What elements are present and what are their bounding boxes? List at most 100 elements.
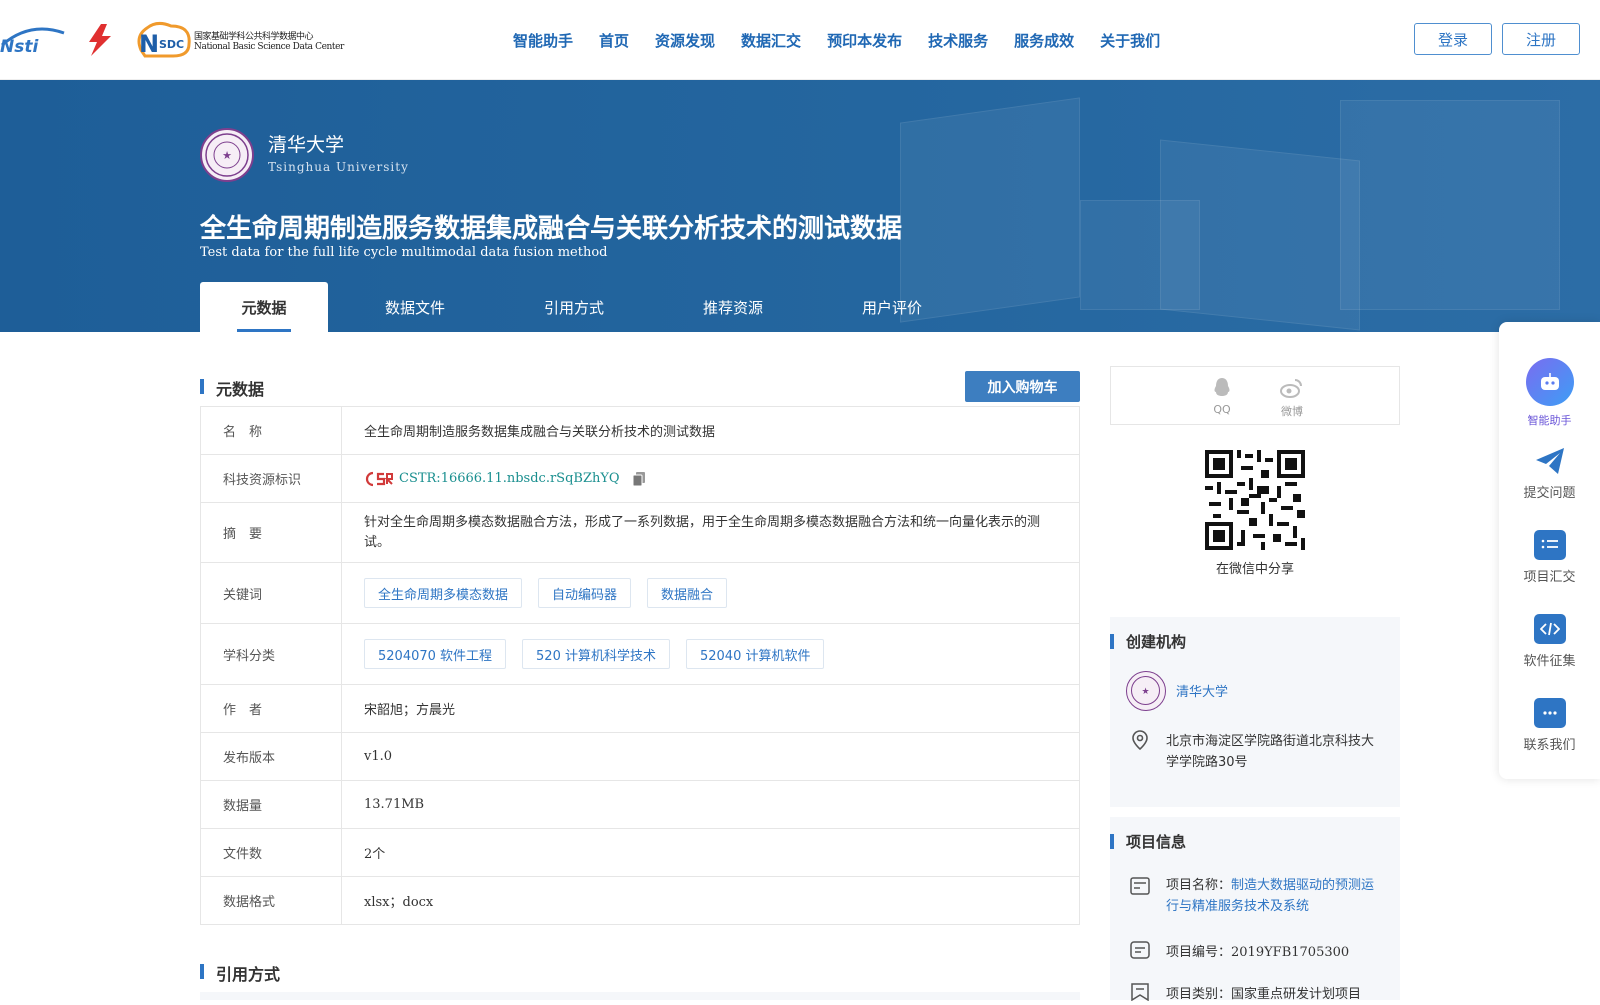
table-row: 数据量 13.71MB bbox=[201, 781, 1079, 829]
keyword-tag[interactable]: 自动编码器 bbox=[538, 578, 632, 608]
nav-home[interactable]: 首页 bbox=[599, 30, 629, 51]
tab-metadata[interactable]: 元数据 bbox=[200, 282, 328, 332]
tab-reviews[interactable]: 用户评价 bbox=[820, 282, 964, 332]
nav-tech-service[interactable]: 技术服务 bbox=[928, 30, 988, 51]
wechat-share-label: 在微信中分享 bbox=[1215, 562, 1294, 577]
creator-panel: 创建机构 ★ 清华大学 北京市海淀区学院路街道北京科技大学学院路30号 bbox=[1110, 617, 1400, 807]
table-row: 摘 要 针对全生命周期多模态数据融合方法，形成了一系列数据，用于全生命周期多模态… bbox=[201, 503, 1079, 563]
paper-plane-icon bbox=[1534, 446, 1566, 476]
nav-service-results[interactable]: 服务成效 bbox=[1014, 30, 1074, 51]
project-name: 项目名称：制造大数据驱动的预测运行与精准服务技术及系统 bbox=[1166, 875, 1382, 917]
subject-tag[interactable]: 52040 计算机软件 bbox=[685, 639, 825, 669]
row-label: 文件数 bbox=[201, 829, 342, 876]
float-label: 软件征集 bbox=[1523, 654, 1576, 669]
wechat-qr-code bbox=[1205, 450, 1305, 550]
float-label: 智能助手 bbox=[1527, 414, 1572, 427]
tab-data-files[interactable]: 数据文件 bbox=[328, 282, 502, 332]
dataset-title-en: Test data for the full life cycle multim… bbox=[200, 245, 608, 260]
keyword-tag[interactable]: 数据融合 bbox=[647, 578, 728, 608]
table-row: 发布版本 v1.0 bbox=[201, 733, 1079, 781]
subject-tag[interactable]: 5204070 软件工程 bbox=[364, 639, 507, 669]
row-label: 数据量 bbox=[201, 781, 342, 828]
dataset-title: 全生命周期制造服务数据集成融合与关联分析技术的测试数据 bbox=[200, 214, 903, 244]
chat-bubble-icon bbox=[1533, 698, 1566, 728]
author-value: 宋韶旭；方晨光 bbox=[364, 703, 456, 718]
share-weibo[interactable]: 微博 bbox=[1277, 377, 1307, 419]
institution-name[interactable]: 清华大学 bbox=[268, 130, 344, 157]
share-panel: QQ 微博 bbox=[1110, 366, 1400, 425]
row-label: 名 称 bbox=[201, 407, 342, 454]
weibo-icon bbox=[1280, 379, 1302, 398]
cstr-link[interactable]: CSTR:16666.11.nbsdc.rSqBZhYQ bbox=[399, 471, 620, 486]
copy-icon[interactable] bbox=[632, 471, 646, 487]
tab-recommended[interactable]: 推荐资源 bbox=[646, 282, 820, 332]
row-label: 摘 要 bbox=[201, 503, 342, 562]
code-icon bbox=[1533, 614, 1566, 644]
row-label: 数据格式 bbox=[201, 877, 342, 924]
float-project-submission[interactable]: 项目汇交 bbox=[1499, 530, 1600, 585]
float-ai-assistant[interactable]: 智能助手 bbox=[1499, 358, 1600, 428]
row-label: 关键词 bbox=[201, 563, 342, 623]
float-contact-us[interactable]: 联系我们 bbox=[1499, 698, 1600, 753]
dataset-name-value: 全生命周期制造服务数据集成融合与关联分析技术的测试数据 bbox=[364, 425, 716, 440]
creator-heading: 创建机构 bbox=[1110, 631, 1186, 652]
keyword-tag[interactable]: 全生命周期多模态数据 bbox=[364, 578, 523, 608]
table-row: 关键词 全生命周期多模态数据 自动编码器 数据融合 bbox=[201, 563, 1079, 624]
project-code: 项目编号：2019YFB1705300 bbox=[1166, 941, 1349, 960]
abstract-value: 针对全生命周期多模态数据融合方法，形成了一系列数据，用于全生命周期多模态数据融合… bbox=[364, 514, 1041, 550]
weibo-label: 微博 bbox=[1281, 405, 1303, 418]
data-size-value: 13.71MB bbox=[364, 797, 425, 812]
qq-icon bbox=[1214, 378, 1230, 396]
cstr-logo-icon bbox=[364, 470, 394, 488]
float-label: 联系我们 bbox=[1523, 738, 1576, 753]
project-name-label: 项目名称： bbox=[1166, 878, 1232, 893]
table-row: 作 者 宋韶旭；方晨光 bbox=[201, 685, 1079, 733]
tab-citation[interactable]: 引用方式 bbox=[502, 282, 646, 332]
table-row: 科技资源标识 CSTR:16666.11.nbsdc.rSqBZhYQ bbox=[201, 455, 1079, 503]
login-button[interactable]: 登录 bbox=[1414, 23, 1492, 55]
project-card-icon bbox=[1130, 877, 1150, 899]
table-row: 数据格式 xlsx；docx bbox=[201, 877, 1079, 924]
row-label: 发布版本 bbox=[201, 733, 342, 780]
citation-box bbox=[200, 992, 1080, 1000]
float-label: 项目汇交 bbox=[1523, 570, 1576, 585]
float-submit-question[interactable]: 提交问题 bbox=[1499, 446, 1600, 501]
file-count-value: 2个 bbox=[364, 847, 386, 862]
creator-logo: ★ bbox=[1126, 671, 1166, 711]
institution-name-en: Tsinghua University bbox=[268, 160, 409, 174]
nav-ai-assistant[interactable]: 智能助手 bbox=[513, 30, 573, 51]
metadata-heading: 元数据 bbox=[200, 376, 264, 400]
row-label: 作 者 bbox=[201, 685, 342, 732]
creator-name-link[interactable]: 清华大学 bbox=[1176, 681, 1228, 700]
nsdc-name-cn: 国家基础学科公共科学数据中心 bbox=[194, 31, 314, 42]
logo-group[interactable]: Nsti N SDC 国家基础学科公共科学数据中心 National Basic… bbox=[0, 18, 344, 62]
project-code-label: 项目编号： bbox=[1166, 945, 1232, 960]
main-nav: 智能助手 首页 资源发现 数据汇交 预印本发布 技术服务 服务成效 关于我们 bbox=[500, 0, 1173, 80]
register-button[interactable]: 注册 bbox=[1502, 23, 1580, 55]
subject-tag[interactable]: 520 计算机科学技术 bbox=[522, 639, 670, 669]
svg-text:SDC: SDC bbox=[159, 38, 184, 51]
project-type: 项目类别：国家重点研发计划项目 bbox=[1166, 983, 1361, 1002]
location-icon bbox=[1130, 729, 1150, 755]
tsinghua-logo: ★ bbox=[200, 128, 254, 182]
project-type-icon bbox=[1130, 983, 1150, 1005]
nav-preprint[interactable]: 预印本发布 bbox=[827, 30, 902, 51]
add-to-cart-button[interactable]: 加入购物车 bbox=[965, 371, 1080, 402]
nsdc-name-en: National Basic Science Data Center bbox=[194, 41, 344, 52]
version-value: v1.0 bbox=[364, 749, 393, 764]
nstl-logo[interactable]: Nsti bbox=[0, 25, 66, 57]
metadata-table: 名 称 全生命周期制造服务数据集成融合与关联分析技术的测试数据 科技资源标识 C… bbox=[200, 406, 1080, 925]
nsdc-logo[interactable]: N SDC 国家基础学科公共科学数据中心 National Basic Scie… bbox=[133, 20, 344, 60]
share-qq[interactable]: QQ bbox=[1207, 377, 1237, 416]
citation-heading: 引用方式 bbox=[200, 961, 280, 985]
row-label: 科技资源标识 bbox=[201, 455, 342, 502]
nav-resource-discovery[interactable]: 资源发现 bbox=[655, 30, 715, 51]
nav-about[interactable]: 关于我们 bbox=[1100, 30, 1160, 51]
row-label: 学科分类 bbox=[201, 624, 342, 684]
project-code-icon bbox=[1130, 941, 1150, 963]
creator-address: 北京市海淀区学院路街道北京科技大学学院路30号 bbox=[1166, 734, 1375, 770]
nav-data-submission[interactable]: 数据汇交 bbox=[741, 30, 801, 51]
data-format-value: xlsx；docx bbox=[364, 895, 434, 910]
float-software-collection[interactable]: 软件征集 bbox=[1499, 614, 1600, 669]
folder-list-icon bbox=[1533, 530, 1566, 560]
